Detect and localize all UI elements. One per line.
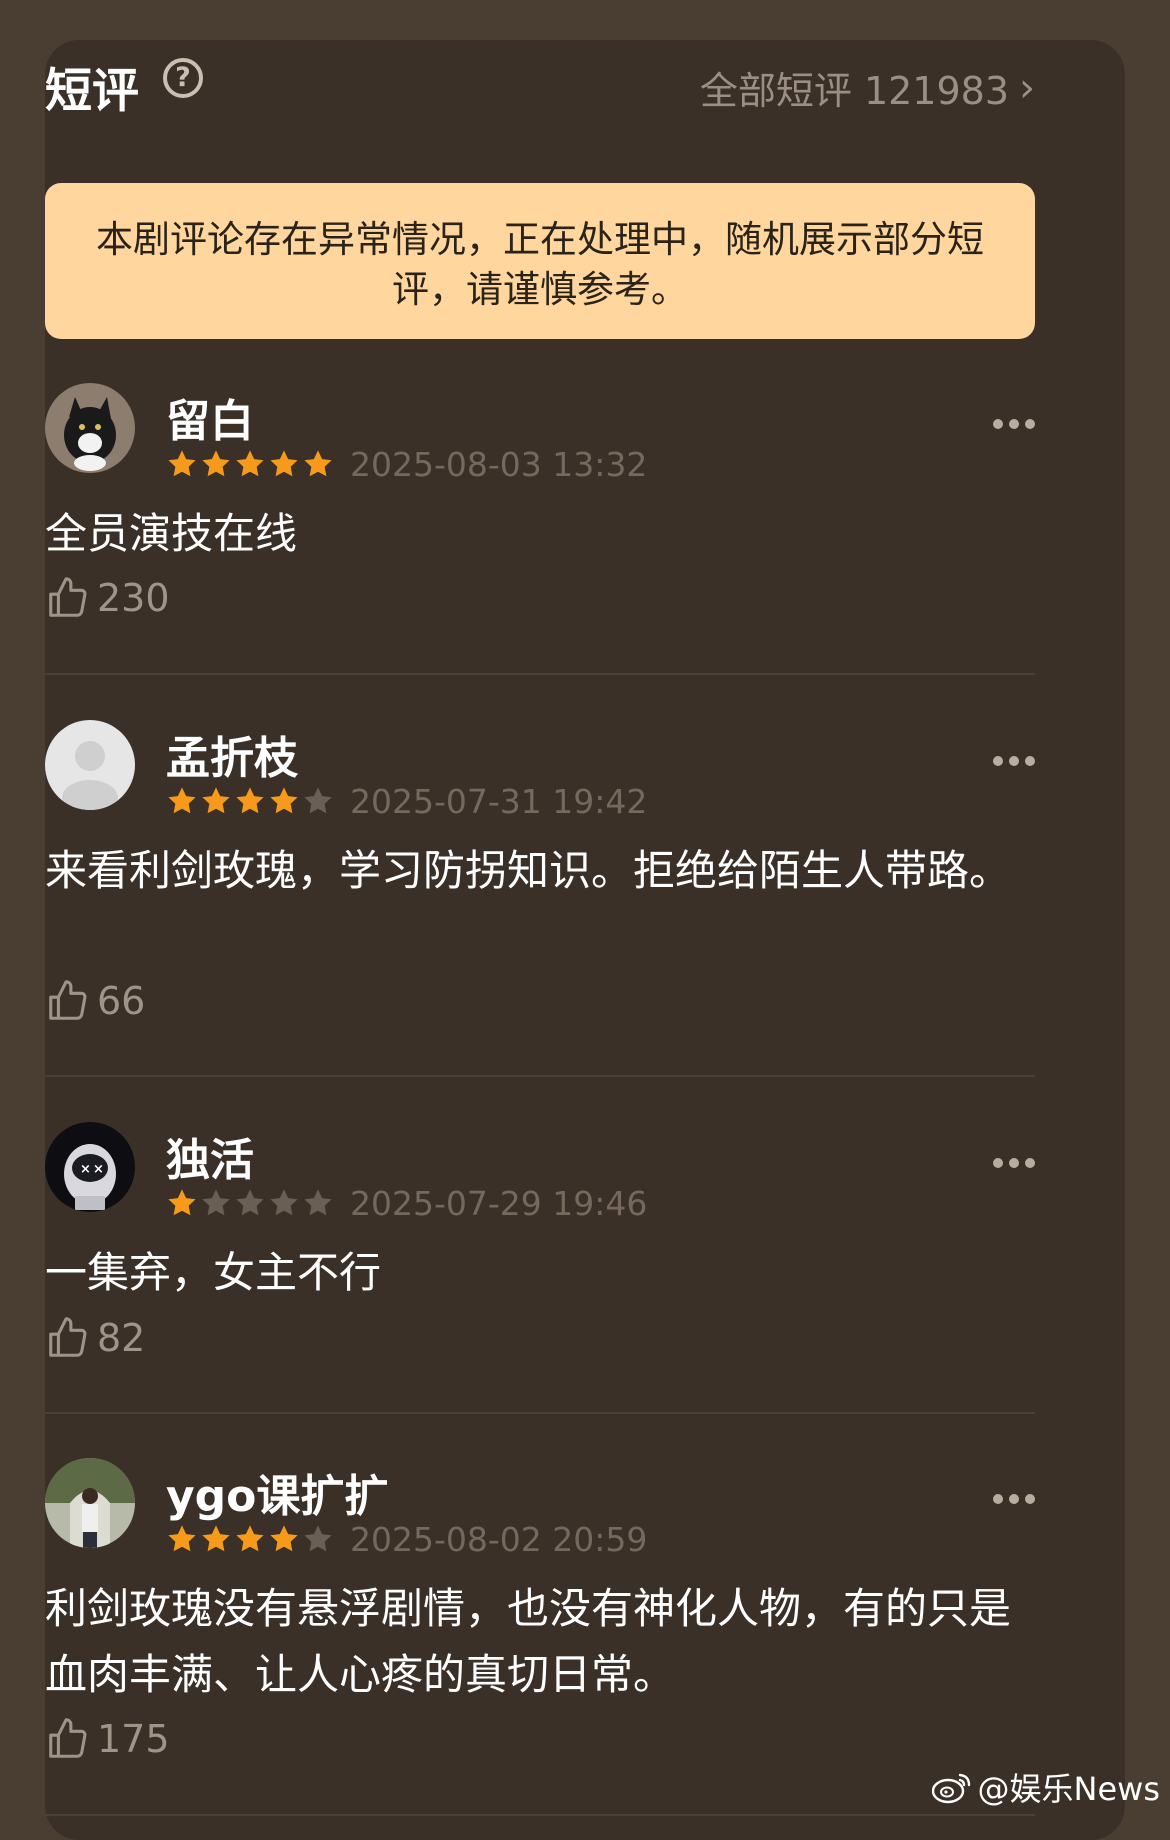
more-options-icon[interactable]	[993, 1494, 1035, 1504]
review-time: 2025-07-29 19:46	[350, 1183, 648, 1223]
section-header: 短评 ? 全部短评 121983 ›	[45, 42, 1035, 119]
star-icon	[304, 787, 332, 814]
like-count: 175	[97, 1717, 170, 1761]
review-item: 孟折枝 2025-07-31 19:42 来看利剑玫瑰，学习防拐知识。拒绝给陌生…	[45, 720, 1035, 1023]
review-content: 全员演技在线	[45, 509, 298, 558]
star-icon	[270, 450, 298, 477]
chevron-right-icon: ›	[1019, 64, 1035, 111]
notice-text: 本剧评论存在异常情况，正在处理中，随机展示部分短评，请谨慎参考。	[96, 218, 984, 311]
review-item: 留白 2025-08-03 13:32 全员演技在线 230	[45, 383, 1035, 623]
cat-avatar	[45, 383, 135, 473]
review-time: 2025-08-03 13:32	[350, 444, 648, 484]
star-icon	[168, 1189, 196, 1216]
star-icon	[202, 450, 230, 477]
review-time: 2025-08-02 20:59	[350, 1519, 648, 1559]
star-rating	[166, 448, 334, 480]
star-icon	[236, 1189, 264, 1216]
star-icon	[202, 1525, 230, 1552]
avatar[interactable]	[45, 383, 135, 473]
like-button[interactable]: 175	[45, 1716, 170, 1762]
thumbs-up-icon	[49, 980, 87, 1020]
avatar[interactable]	[45, 1458, 135, 1548]
like-button[interactable]: 82	[45, 1315, 145, 1361]
svg-text:×: ×	[80, 1162, 91, 1177]
thumbs-up-icon	[49, 577, 87, 617]
star-icon	[304, 1525, 332, 1552]
divider	[45, 1814, 1035, 1816]
review-content: 来看利剑玫瑰，学习防拐知识。拒绝给陌生人带路。	[45, 846, 1012, 895]
star-icon	[168, 1525, 196, 1552]
abnormal-notice-banner: 本剧评论存在异常情况，正在处理中，随机展示部分短评，请谨慎参考。	[45, 183, 1035, 339]
reviewer-name[interactable]: 独活	[166, 1124, 254, 1188]
avatar[interactable]: × ×	[45, 1122, 135, 1212]
star-icon	[236, 1525, 264, 1552]
like-button[interactable]: 230	[45, 575, 170, 621]
review-item: ygo课扩扩 2025-08-02 20:59 利剑玫瑰没有悬浮剧情，也没有神化…	[45, 1458, 1035, 1761]
like-count: 82	[97, 1316, 146, 1360]
thumbs-up-icon	[49, 1718, 87, 1758]
star-icon	[304, 450, 332, 477]
star-icon	[168, 450, 196, 477]
avatar[interactable]	[45, 720, 135, 810]
weibo-icon	[931, 1773, 970, 1804]
svg-text:×: ×	[93, 1162, 104, 1177]
reviewer-name[interactable]: ygo课扩扩	[166, 1460, 388, 1524]
like-count: 66	[97, 979, 146, 1023]
thumbs-up-icon	[49, 1317, 87, 1357]
review-content: 利剑玫瑰没有悬浮剧情，也没有神化人物，有的只是血肉丰满、让人心疼的真切日常。	[45, 1584, 1012, 1699]
weibo-watermark: @娱乐News	[931, 1764, 1160, 1810]
star-rating	[166, 1523, 334, 1555]
star-icon	[270, 1189, 298, 1216]
help-icon[interactable]: ?	[163, 58, 203, 98]
star-icon	[270, 1525, 298, 1552]
star-icon	[270, 787, 298, 814]
divider	[45, 1075, 1035, 1077]
divider	[45, 673, 1035, 675]
star-icon	[304, 1189, 332, 1216]
star-icon	[236, 787, 264, 814]
star-icon	[202, 1189, 230, 1216]
reviewer-name[interactable]: 孟折枝	[166, 722, 298, 786]
star-icon	[236, 450, 264, 477]
default-avatar	[45, 720, 135, 810]
more-options-icon[interactable]	[993, 1158, 1035, 1168]
reviewer-name[interactable]: 留白	[166, 385, 254, 449]
photo-avatar	[45, 1458, 135, 1548]
like-count: 230	[97, 576, 170, 620]
star-rating	[166, 785, 334, 817]
star-icon	[168, 787, 196, 814]
review-time: 2025-07-31 19:42	[350, 781, 648, 821]
section-title: 短评	[45, 64, 139, 119]
star-rating	[166, 1187, 334, 1219]
more-options-icon[interactable]	[993, 756, 1035, 766]
review-item: × × 独活 2025-07-29 19:46 一集弃，女主不行 82	[45, 1122, 1035, 1362]
star-icon	[202, 787, 230, 814]
all-reviews-label: 全部短评 121983	[699, 69, 1009, 113]
more-options-icon[interactable]	[993, 419, 1035, 429]
review-content: 一集弃，女主不行	[45, 1248, 382, 1297]
divider	[45, 1412, 1035, 1414]
all-reviews-link[interactable]: 全部短评 121983 ›	[700, 60, 1035, 115]
watermark-text: @娱乐News	[977, 1770, 1160, 1808]
astronaut-avatar: × ×	[45, 1122, 135, 1212]
like-button[interactable]: 66	[45, 978, 145, 1024]
